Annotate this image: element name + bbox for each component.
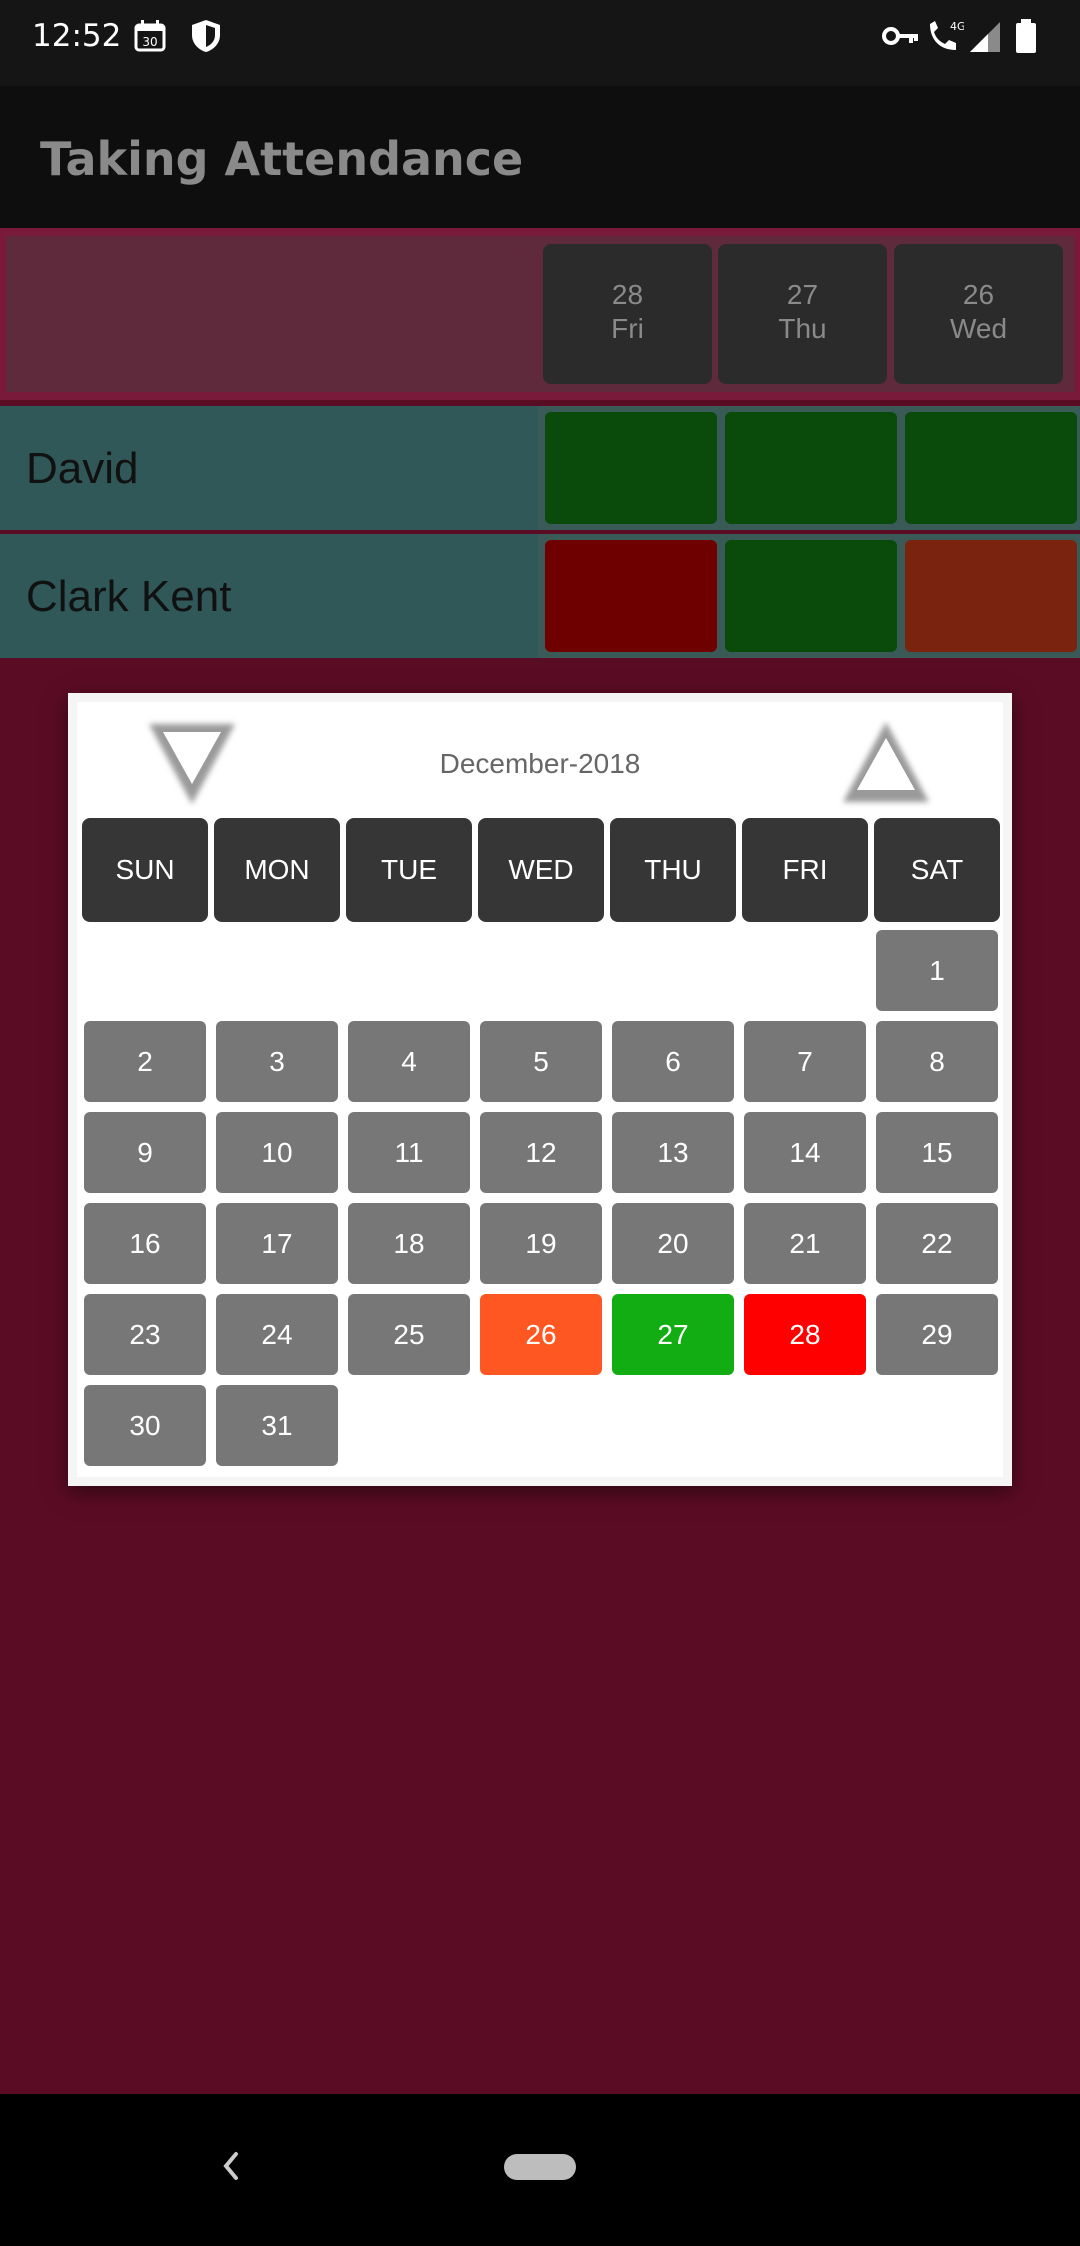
vpn-key-icon	[882, 27, 918, 45]
calendar-day[interactable]: 19	[480, 1203, 602, 1284]
date-weekday: Fri	[611, 313, 644, 344]
calendar-day[interactable]: 21	[744, 1203, 866, 1284]
calendar-day[interactable]: 18	[348, 1203, 470, 1284]
calendar-day[interactable]: 5	[480, 1021, 602, 1102]
svg-text:30: 30	[142, 35, 157, 49]
weekday-header: THU	[610, 818, 736, 922]
calendar-icon: 30	[134, 20, 166, 52]
date-weekday: Thu	[778, 313, 827, 344]
back-chevron-icon[interactable]	[216, 2146, 246, 2186]
signal-icon	[970, 22, 1000, 52]
calendar-dialog: December-2018 SUN MON TUE WED THU FRI SAT 1234…	[68, 693, 1012, 1486]
calendar-day[interactable]: 22	[876, 1203, 998, 1284]
date-column-header[interactable]: 26 Wed	[894, 244, 1063, 384]
calendar-day[interactable]: 7	[744, 1021, 866, 1102]
calendar-day[interactable]: 8	[876, 1021, 998, 1102]
student-row: Clark Kent	[0, 534, 1080, 658]
calendar-day[interactable]: 17	[216, 1203, 338, 1284]
calendar-day[interactable]: 29	[876, 1294, 998, 1375]
app-bar: Taking Attendance	[0, 86, 1080, 228]
student-name[interactable]: Clark Kent	[26, 572, 231, 622]
attendance-header-row: 28 Fri 27 Thu 26 Wed	[0, 228, 1080, 400]
date-column-header[interactable]: 27 Thu	[718, 244, 887, 384]
calendar-day[interactable]: 2	[84, 1021, 206, 1102]
date-column-header[interactable]: 28 Fri	[543, 244, 712, 384]
calendar-day[interactable]: 12	[480, 1112, 602, 1193]
student-row: David	[0, 406, 1080, 530]
weekday-header: TUE	[346, 818, 472, 922]
date-day: 28	[611, 279, 644, 310]
calendar-day[interactable]: 13	[612, 1112, 734, 1193]
calendar-day[interactable]: 26	[480, 1294, 602, 1375]
app-title: Taking Attendance	[40, 132, 524, 186]
date-day: 26	[962, 279, 995, 310]
calendar-day[interactable]: 30	[84, 1385, 206, 1466]
next-month-button[interactable]	[835, 716, 937, 808]
calendar-day[interactable]: 28	[744, 1294, 866, 1375]
battery-icon	[1016, 19, 1036, 53]
calendar-day[interactable]: 25	[348, 1294, 470, 1375]
system-nav-bar	[0, 2094, 1080, 2246]
weekday-header: SAT	[874, 818, 1000, 922]
attendance-cell[interactable]	[545, 540, 717, 652]
attendance-cell[interactable]	[725, 540, 897, 652]
attendance-cell[interactable]	[905, 412, 1077, 524]
calendar-day[interactable]: 20	[612, 1203, 734, 1284]
network-type-label: 4G	[950, 20, 964, 33]
calendar-day[interactable]: 1	[876, 930, 998, 1011]
calendar-day[interactable]: 24	[216, 1294, 338, 1375]
calendar-day[interactable]: 23	[84, 1294, 206, 1375]
calendar-day[interactable]: 11	[348, 1112, 470, 1193]
date-day: 27	[786, 279, 819, 310]
calendar-day[interactable]: 31	[216, 1385, 338, 1466]
weekday-header: SUN	[82, 818, 208, 922]
calendar-day[interactable]: 10	[216, 1112, 338, 1193]
calendar-day[interactable]: 14	[744, 1112, 866, 1193]
weekday-header: MON	[214, 818, 340, 922]
status-bar: 12:52 30 4G	[0, 0, 1080, 86]
attendance-cell[interactable]	[905, 540, 1077, 652]
status-time: 12:52	[32, 18, 122, 54]
attendance-cell[interactable]	[725, 412, 897, 524]
student-name[interactable]: David	[26, 444, 139, 494]
calendar-day[interactable]: 15	[876, 1112, 998, 1193]
shield-icon	[192, 20, 220, 52]
calendar-day[interactable]: 4	[348, 1021, 470, 1102]
home-pill-icon[interactable]	[504, 2154, 576, 2180]
calendar-day[interactable]: 6	[612, 1021, 734, 1102]
calendar-day[interactable]: 3	[216, 1021, 338, 1102]
calendar-day[interactable]: 16	[84, 1203, 206, 1284]
triangle-up-icon	[843, 722, 929, 802]
calendar-day[interactable]: 9	[84, 1112, 206, 1193]
calendar-panel: December-2018 SUN MON TUE WED THU FRI SAT 1234…	[77, 702, 1003, 1477]
weekday-header: WED	[478, 818, 604, 922]
weekday-header: FRI	[742, 818, 868, 922]
date-weekday: Wed	[949, 313, 1008, 344]
attendance-cell[interactable]	[545, 412, 717, 524]
calendar-day[interactable]: 27	[612, 1294, 734, 1375]
wifi-calling-icon: 4G	[930, 20, 964, 50]
